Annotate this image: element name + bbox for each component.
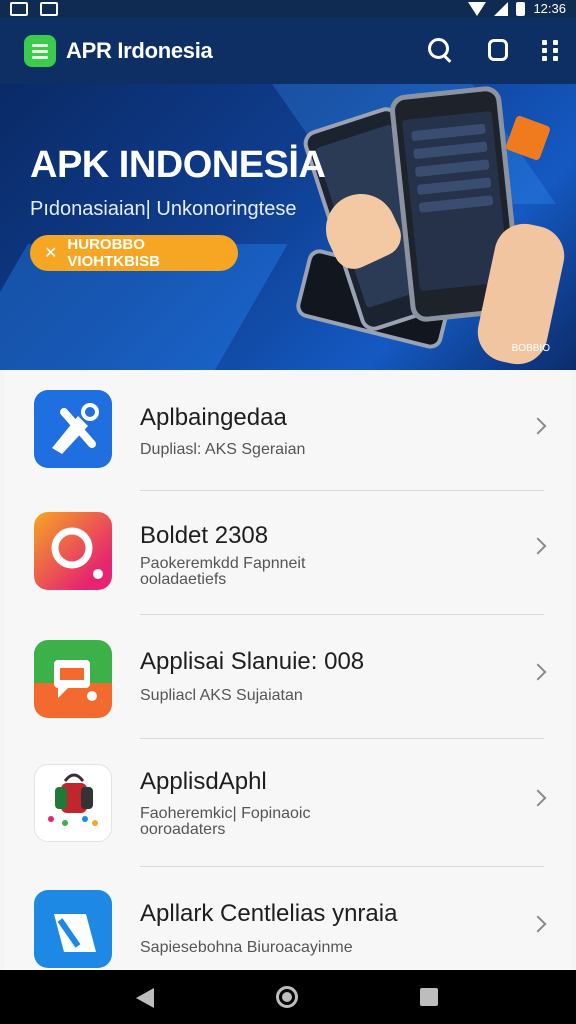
signal-icon (494, 1, 509, 16)
app-title: ApplisdAphl (140, 768, 267, 795)
logo-icon (24, 35, 56, 67)
search-icon[interactable] (426, 36, 454, 64)
chevron-right-icon (529, 789, 547, 807)
chevron-right-icon (529, 663, 547, 681)
app-description: Supliacl AKS Sujaiatan (140, 687, 303, 704)
app-description: Dupliasl: AKS Sgeraian (140, 441, 306, 458)
app-title: Aplbaingedaa (140, 404, 287, 431)
app-list: Aplbaingedaa Dupliasl: AKS Sgeraian Bold… (4, 370, 572, 970)
status-time: 12:36 (533, 1, 566, 16)
app-title: Boldet 2308 (140, 522, 269, 549)
divider (140, 866, 544, 867)
more-icon[interactable] (542, 39, 558, 61)
app-icon-tools (34, 390, 112, 468)
app-title: Applisai Slanuie: 008 (140, 648, 365, 675)
divider (140, 490, 544, 491)
app-icon-camera (34, 512, 112, 590)
square-icon[interactable] (488, 39, 508, 61)
chevron-right-icon (529, 417, 547, 435)
notification-icons (10, 2, 58, 16)
banner-credit: BOBBIO (511, 343, 550, 354)
banner-headline: APK INDONESİA (30, 144, 326, 186)
app-description: Paokeremkdd Fapnneit ooladaetiefs (140, 555, 306, 588)
banner-subtitle: Pıdonasiaian| Unkonoringtese (30, 198, 297, 220)
home-icon[interactable] (276, 986, 298, 1008)
system-icons: 12:36 (468, 1, 566, 16)
chevron-right-icon (529, 915, 547, 933)
list-item[interactable]: Applisai Slanuie: 008 Supliacl AKS Sujai… (4, 618, 572, 742)
close-icon: ✕ (44, 245, 58, 262)
app-icon-chat (34, 640, 112, 718)
app-description: Faoheremkic| Fopinaoic ooroadaters (140, 805, 311, 838)
system-navbar (0, 970, 576, 1024)
banner-cta-button[interactable]: ✕ HUROBBO VIOHTKBISB (30, 235, 238, 271)
app-icon-document (34, 890, 112, 968)
promo-banner[interactable]: APK INDONESİA Pıdonasiaian| Unkonoringte… (0, 84, 576, 370)
list-item[interactable]: Aplbaingedaa Dupliasl: AKS Sgeraian (4, 370, 572, 494)
recent-apps-icon[interactable] (420, 988, 438, 1006)
app-description: Sapiesebohna Biuroacayinme (140, 939, 353, 956)
divider (140, 614, 544, 615)
battery-icon (516, 1, 526, 16)
app-bar: APR Irdonesia (0, 18, 576, 84)
notification-icon (10, 2, 28, 16)
list-item[interactable]: ApplisdAphl Faoheremkic| Fopinaoic ooroa… (4, 742, 572, 866)
wifi-icon (468, 1, 487, 16)
app-bar-actions (426, 36, 558, 64)
app-title: APR Irdonesia (66, 38, 213, 63)
list-item[interactable]: Apllark Centlelias ynraia Sapiesebohna B… (4, 870, 572, 970)
divider (140, 738, 544, 739)
list-item[interactable]: Boldet 2308 Paokeremkdd Fapnneit ooladae… (4, 494, 572, 618)
app-title: Apllark Centlelias ynraia (140, 900, 398, 927)
status-bar: 12:36 (0, 0, 576, 18)
notification-icon (40, 2, 58, 16)
app-icon-bag (34, 764, 112, 842)
cta-label: HUROBBO VIOHTKBISB (67, 236, 160, 270)
chevron-right-icon (529, 537, 547, 555)
back-icon[interactable] (136, 988, 154, 1008)
